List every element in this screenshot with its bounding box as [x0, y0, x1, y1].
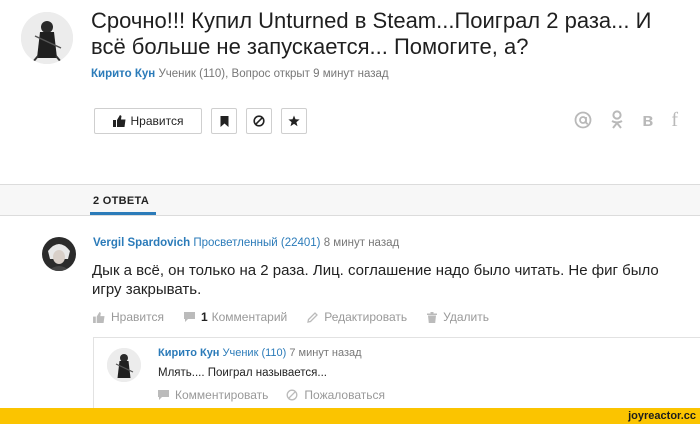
- trash-icon: [427, 311, 438, 323]
- comment-report-label: Пожаловаться: [304, 388, 385, 402]
- answer-comment-count: 1: [200, 310, 208, 324]
- answers-tab-bar: 2 ОТВЕТА: [0, 184, 700, 216]
- answer-comment-label: Комментарий: [211, 310, 288, 324]
- pencil-icon: [307, 311, 319, 323]
- comment-time: 7 минут назад: [289, 347, 362, 359]
- odnoklassniki-icon[interactable]: [610, 110, 624, 130]
- block-button[interactable]: [246, 108, 272, 134]
- answer-delete-label: Удалить: [443, 310, 489, 324]
- tab-answers[interactable]: 2 ОТВЕТА: [93, 195, 149, 207]
- like-button-label: Нравится: [130, 114, 184, 128]
- comment-text: Млять.... Поиграл называется...: [158, 367, 327, 379]
- like-button[interactable]: Нравится: [94, 108, 202, 134]
- question-meta: Кирито Кун Ученик (110), Вопрос открыт 9…: [91, 68, 389, 80]
- comment-icon: [183, 311, 195, 322]
- question-opened-time: Вопрос открыт 9 минут назад: [231, 68, 389, 80]
- thumbs-up-icon: [112, 115, 126, 127]
- comment-report-button[interactable]: Пожаловаться: [286, 388, 385, 402]
- star-icon: [288, 115, 300, 127]
- answer-like-label: Нравится: [111, 310, 164, 324]
- answer-actions: Нравится 1 Комментарий Редактировать Уда…: [93, 310, 509, 324]
- answer-meta: Vergil Spardovich Просветленный (22401) …: [93, 237, 399, 249]
- question-block: Срочно!!! Купил Unturned в Steam...Поигр…: [0, 0, 700, 184]
- comment-reply-label: Комментировать: [175, 388, 269, 402]
- question-author-rank: Ученик (110),: [158, 68, 229, 80]
- share-icons: в f: [574, 110, 678, 130]
- question-author-link[interactable]: Кирито Кун: [91, 68, 155, 80]
- at-icon[interactable]: [574, 111, 592, 129]
- answer-delete-button[interactable]: Удалить: [427, 310, 489, 324]
- comment-reply-button[interactable]: Комментировать: [158, 388, 268, 402]
- answer-edit-button[interactable]: Редактировать: [307, 310, 407, 324]
- answer-author-link[interactable]: Vergil Spardovich: [93, 237, 190, 249]
- answer-author-avatar[interactable]: [42, 237, 76, 271]
- favorite-button[interactable]: [281, 108, 307, 134]
- answer-edit-label: Редактировать: [324, 310, 408, 324]
- watermark-text: joyreactor.cc: [628, 410, 696, 422]
- answer-text: Дык а всё, он только на 2 раза. Лиц. сог…: [92, 262, 659, 298]
- question-author-avatar[interactable]: [21, 12, 73, 64]
- answer-time: 8 минут назад: [323, 237, 400, 249]
- tab-active-underline: [90, 212, 156, 215]
- comment-author-link[interactable]: Кирито Кун: [158, 347, 219, 359]
- bookmark-icon: [220, 115, 228, 127]
- thumbs-up-icon: [93, 311, 105, 323]
- comment-icon: [158, 389, 169, 400]
- answer-author-rank: Просветленный (22401): [193, 237, 321, 249]
- answer-like-button[interactable]: Нравится: [93, 310, 164, 324]
- facebook-icon[interactable]: f: [671, 110, 678, 130]
- comment-meta: Кирито Кун Ученик (110) 7 минут назад: [158, 347, 362, 359]
- block-icon: [286, 389, 298, 401]
- question-title: Срочно!!! Купил Unturned в Steam...Поигр…: [91, 8, 652, 59]
- comment-actions: Комментировать Пожаловаться: [158, 388, 403, 402]
- comment-author-rank: Ученик (110): [222, 347, 287, 359]
- block-icon: [253, 115, 265, 127]
- comment-block: Кирито Кун Ученик (110) 7 минут назад Мл…: [93, 337, 700, 412]
- question-actions: Нравится: [94, 108, 316, 134]
- comment-author-avatar[interactable]: [107, 348, 141, 382]
- answer-comments-button[interactable]: 1 Комментарий: [183, 310, 288, 324]
- bookmark-button[interactable]: [211, 108, 237, 134]
- watermark-bar: joyreactor.cc: [0, 408, 700, 424]
- vk-icon[interactable]: в: [642, 110, 653, 130]
